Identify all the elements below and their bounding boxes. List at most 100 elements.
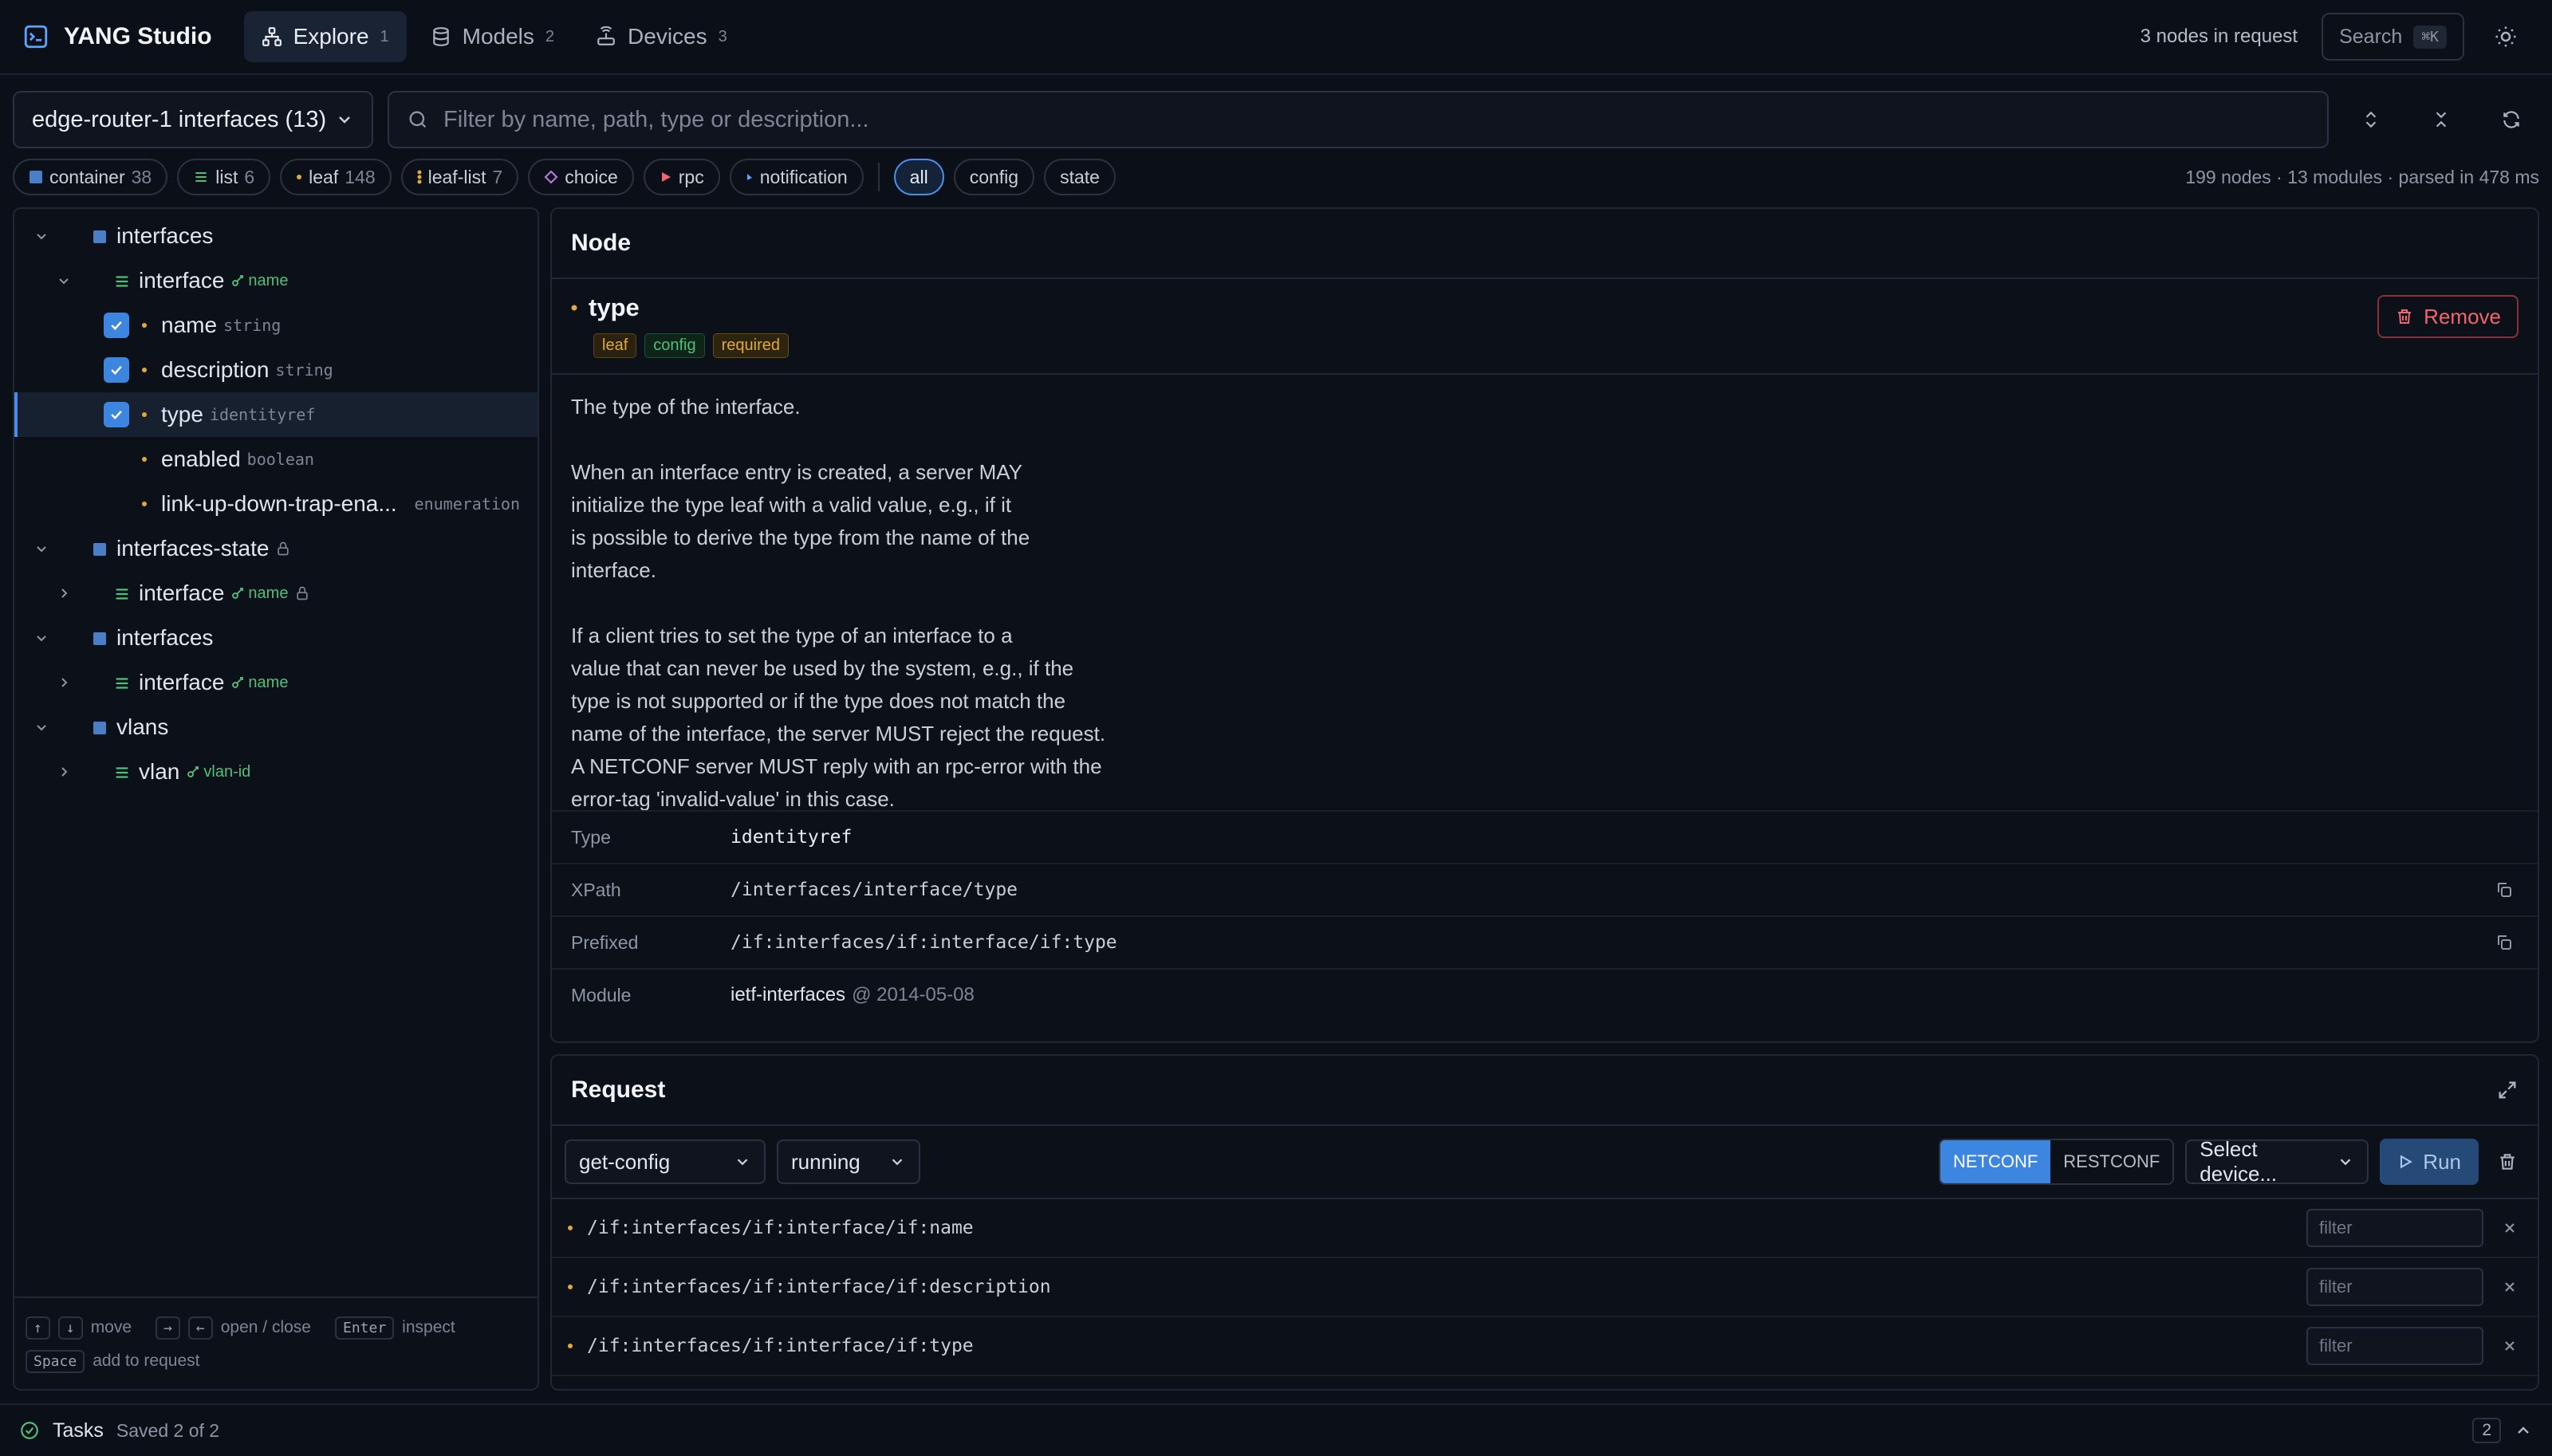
- schema-select[interactable]: edge-router-1 interfaces (13): [13, 91, 373, 148]
- lock-icon: [294, 585, 310, 601]
- prop-value: /interfaces/interface/type: [731, 880, 1018, 900]
- prop-xpath: XPath /interfaces/interface/type: [552, 863, 2538, 915]
- checkbox-checked[interactable]: [104, 313, 129, 338]
- node-panel: Node type leaf config required Remove Th…: [550, 207, 2539, 1043]
- checkbox-checked[interactable]: [104, 357, 129, 383]
- chevron-down-icon[interactable]: [54, 271, 73, 290]
- close-icon[interactable]: [2498, 1279, 2522, 1295]
- expand-all-button[interactable]: [2343, 91, 2399, 148]
- collapse-all-button[interactable]: [2413, 91, 2469, 148]
- hint-open-close: open / close: [220, 1318, 311, 1336]
- chip-mode-config[interactable]: config: [953, 159, 1035, 195]
- operation-select[interactable]: get-config: [565, 1139, 766, 1184]
- remove-button[interactable]: Remove: [2377, 295, 2519, 338]
- protocol-toggle: NETCONF RESTCONF: [1938, 1139, 2175, 1185]
- run-button[interactable]: Run: [2380, 1139, 2479, 1185]
- chevron-right-icon[interactable]: [54, 584, 73, 603]
- tab-devices[interactable]: Devices 3: [578, 11, 745, 62]
- copy-icon[interactable]: [2495, 933, 2514, 952]
- prop-label: XPath: [571, 879, 621, 900]
- chip-list[interactable]: list 6: [177, 159, 271, 195]
- tab-models-label: Models: [462, 24, 534, 49]
- chevron-down-icon: [734, 1153, 751, 1171]
- request-row: /if:interfaces/if:interface/if:descripti…: [552, 1258, 2538, 1317]
- key-icon: [230, 675, 245, 690]
- notification-icon: [746, 172, 754, 182]
- chevron-right-icon[interactable]: [54, 673, 73, 692]
- chevron-down-icon[interactable]: [32, 539, 51, 558]
- tree-row[interactable]: vlan vlan-id: [14, 750, 538, 794]
- tree-row[interactable]: description string: [14, 348, 538, 392]
- tree-row[interactable]: interfaces: [14, 616, 538, 660]
- chip-container[interactable]: container 38: [13, 159, 168, 195]
- prop-label: Module: [571, 984, 632, 1005]
- chip-mode-all[interactable]: all: [893, 159, 944, 195]
- chip-count: 7: [492, 166, 503, 187]
- tree-row[interactable]: interface name: [14, 258, 538, 303]
- operation-value: get-config: [579, 1149, 671, 1174]
- protocol-restconf[interactable]: RESTCONF: [2050, 1140, 2172, 1183]
- device-select[interactable]: Select device...: [2185, 1137, 2369, 1186]
- checkbox-checked[interactable]: [104, 402, 129, 427]
- request-path: /if:interfaces/if:interface/if:name: [587, 1218, 974, 1238]
- path-filter-input[interactable]: [2306, 1327, 2483, 1365]
- nodes-in-request: 3 nodes in request: [2140, 26, 2298, 47]
- tab-models[interactable]: Models 2: [413, 11, 572, 62]
- close-icon[interactable]: [2498, 1220, 2522, 1236]
- tree-row[interactable]: vlans: [14, 705, 538, 750]
- chip-count: 148: [345, 166, 376, 187]
- trash-icon[interactable]: [2490, 1151, 2525, 1172]
- chevron-down-icon[interactable]: [32, 226, 51, 246]
- node-description: The type of the interface. When an inter…: [571, 395, 1106, 811]
- tab-explore[interactable]: Explore 1: [243, 11, 407, 62]
- tree-row[interactable]: enabled boolean: [14, 437, 538, 482]
- theme-toggle-button[interactable]: [2482, 13, 2530, 61]
- leaf-dot-icon: [571, 305, 577, 311]
- module-revision: @ 2014-05-08: [852, 984, 975, 1005]
- brand[interactable]: YANG Studio: [22, 23, 212, 50]
- close-icon[interactable]: [2498, 1338, 2522, 1354]
- lock-icon: [275, 541, 291, 557]
- key-badge: name: [230, 272, 288, 290]
- tree-row[interactable]: interface name: [14, 660, 538, 705]
- tab-explore-count: 1: [380, 27, 389, 45]
- chevron-right-icon[interactable]: [54, 762, 73, 781]
- tree-node-label: interfaces-state: [116, 536, 291, 561]
- path-filter-input[interactable]: [2306, 1209, 2483, 1247]
- filter-field[interactable]: [388, 91, 2329, 148]
- request-panel: Request get-config running NETCONF RESTC…: [550, 1054, 2539, 1391]
- chevron-up-icon[interactable]: [2514, 1421, 2533, 1440]
- datastore-select[interactable]: running: [777, 1139, 920, 1184]
- node-panel-title: Node: [552, 209, 2538, 279]
- tree-row[interactable]: name string: [14, 303, 538, 348]
- request-controls: get-config running NETCONF RESTCONF Sele…: [552, 1126, 2538, 1199]
- copy-icon[interactable]: [2495, 880, 2514, 899]
- tree-row[interactable]: interfaces-state: [14, 526, 538, 571]
- chip-divider: [877, 163, 880, 191]
- chip-label: leaf: [309, 166, 339, 187]
- remove-label: Remove: [2424, 304, 2501, 329]
- node-properties: Type identityref XPath /interfaces/inter…: [552, 810, 2538, 1021]
- tree-row[interactable]: link-up-down-trap-ena... enumeration: [14, 482, 538, 526]
- tree-row-selected[interactable]: type identityref: [14, 392, 538, 437]
- chevron-down-icon[interactable]: [32, 628, 51, 647]
- chip-rpc[interactable]: rpc: [643, 159, 720, 195]
- chip-notification[interactable]: notification: [729, 159, 864, 195]
- path-filter-input[interactable]: [2306, 1268, 2483, 1306]
- enter-key: Enter: [334, 1316, 395, 1340]
- chip-choice[interactable]: choice: [528, 159, 634, 195]
- tree-row[interactable]: interface name: [14, 571, 538, 616]
- chevron-down-icon[interactable]: [32, 718, 51, 737]
- hint-add: add to request: [93, 1352, 200, 1370]
- filter-input[interactable]: [443, 106, 2310, 133]
- maximize-icon[interactable]: [2496, 1079, 2519, 1101]
- chip-leaf[interactable]: leaf 148: [280, 159, 392, 195]
- search-button[interactable]: Search ⌘K: [2322, 13, 2464, 61]
- refresh-button[interactable]: [2483, 91, 2539, 148]
- tree-row[interactable]: interfaces: [14, 214, 538, 258]
- chip-leaf-list[interactable]: leaf-list 7: [400, 159, 519, 195]
- protocol-netconf[interactable]: NETCONF: [1940, 1140, 2051, 1183]
- chip-mode-state[interactable]: state: [1044, 159, 1116, 195]
- tasks-label[interactable]: Tasks: [53, 1419, 104, 1442]
- tab-devices-count: 3: [718, 27, 727, 45]
